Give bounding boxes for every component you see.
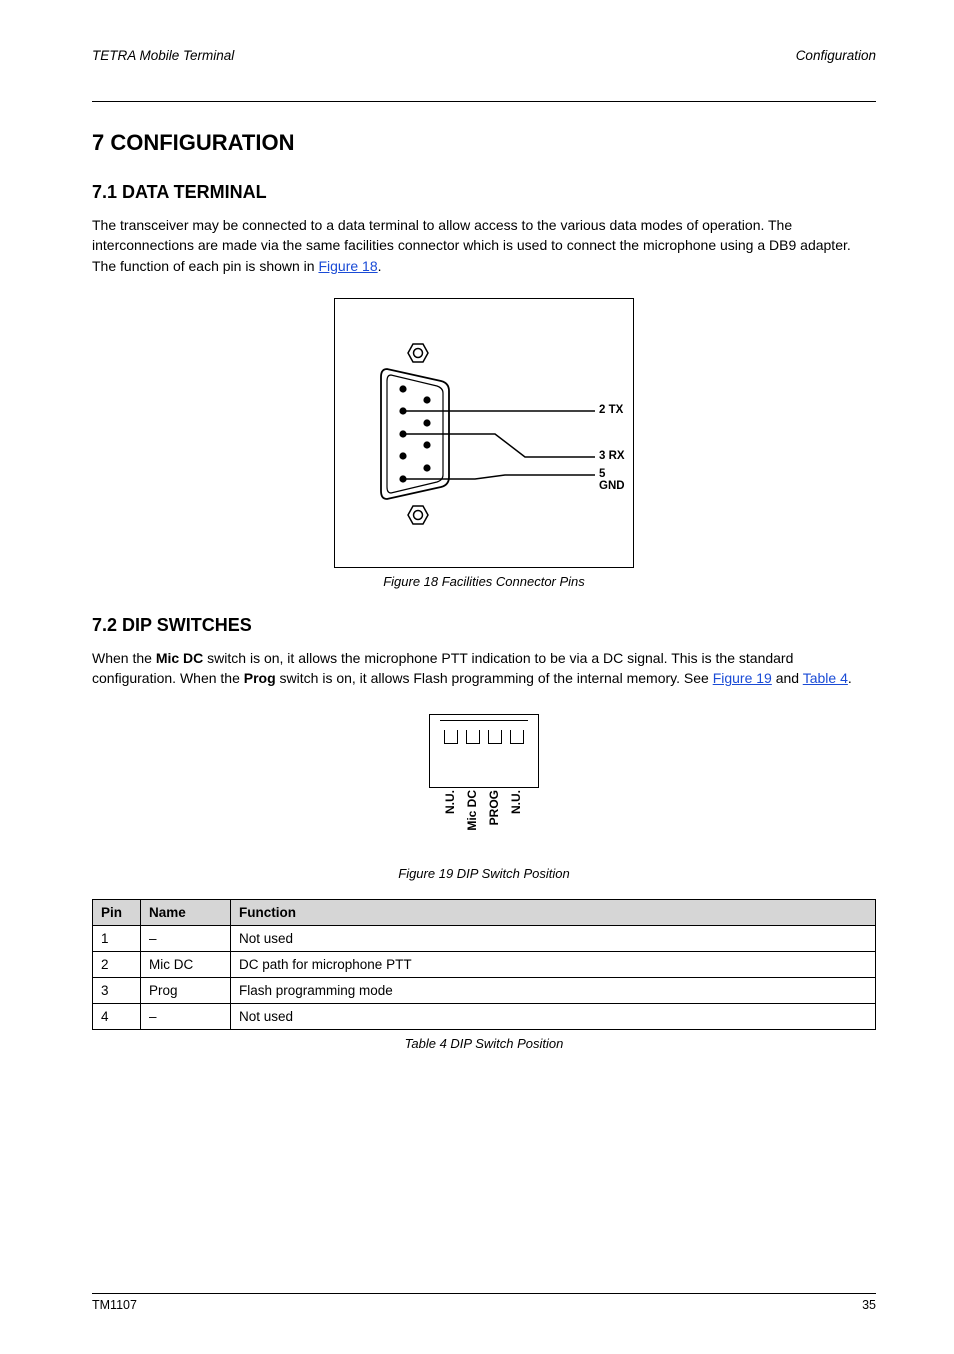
dip-switch-4: [510, 730, 524, 744]
dip-label-4: N.U.: [509, 790, 523, 814]
figure-18: 2 TX 3 RX 5 GND Figure 18 Facilities Con…: [92, 298, 876, 589]
table-header-row: Pin Name Function: [93, 900, 876, 926]
header-right: Configuration: [796, 48, 876, 63]
s2-a: When the: [92, 650, 156, 666]
pin5-label: 5 GND: [599, 468, 633, 492]
dip-label-2: Mic DC: [465, 790, 479, 831]
s2-c: switch is on, it allows Flash programmin…: [276, 670, 713, 686]
table-row: 4 – Not used: [93, 1004, 876, 1030]
cell-fn: DC path for microphone PTT: [231, 952, 876, 978]
dip-top-rail: [440, 720, 528, 730]
table-4: Pin Name Function 1 – Not used 2 Mic DC …: [92, 899, 876, 1051]
table-row: 3 Prog Flash programming mode: [93, 978, 876, 1004]
cell-name: –: [141, 926, 231, 952]
dip-label-1: N.U.: [443, 790, 457, 814]
s2-d: and: [772, 670, 803, 686]
th-name: Name: [141, 900, 231, 926]
figure-19-caption: Figure 19 DIP Switch Position: [92, 866, 876, 881]
figure-18-callouts: [335, 299, 635, 569]
dip-switch-1: [444, 730, 458, 744]
th-function: Function: [231, 900, 876, 926]
pin2-label: 2 TX: [599, 404, 623, 416]
section1-text-b: .: [378, 258, 382, 274]
footer-doc-id: TM1107: [92, 1298, 137, 1312]
cell-pin: 1: [93, 926, 141, 952]
section-heading-dip-switches: 7.2 DIP SWITCHES: [92, 615, 876, 636]
term-mic-dc: Mic DC: [156, 650, 203, 666]
figure-18-caption: Figure 18 Facilities Connector Pins: [92, 574, 876, 589]
section1-text-a: The transceiver may be connected to a da…: [92, 217, 851, 274]
figure-19-diagram: [429, 714, 539, 788]
footer-rule: [92, 1293, 876, 1294]
figure18-link[interactable]: Figure 18: [318, 258, 377, 274]
page-title: 7 CONFIGURATION: [92, 130, 876, 156]
section2-paragraph: When the Mic DC switch is on, it allows …: [92, 648, 876, 689]
figure19-link[interactable]: Figure 19: [713, 670, 772, 686]
page-header: TETRA Mobile Terminal Configuration: [92, 48, 876, 63]
s2-e: .: [848, 670, 852, 686]
section-heading-data-terminal: 7.1 DATA TERMINAL: [92, 182, 876, 203]
cell-fn: Flash programming mode: [231, 978, 876, 1004]
dip-switch-3: [488, 730, 502, 744]
dip-label-3: PROG: [487, 790, 501, 825]
dip-switch-table: Pin Name Function 1 – Not used 2 Mic DC …: [92, 899, 876, 1030]
page-footer: TM1107 35: [92, 1293, 876, 1312]
table-row: 1 – Not used: [93, 926, 876, 952]
cell-name: Prog: [141, 978, 231, 1004]
cell-name: Mic DC: [141, 952, 231, 978]
cell-fn: Not used: [231, 1004, 876, 1030]
section1-paragraph: The transceiver may be connected to a da…: [92, 215, 876, 276]
header-left: TETRA Mobile Terminal: [92, 48, 234, 63]
figure-19: N.U. Mic DC PROG N.U. Figure 19 DIP Swit…: [92, 714, 876, 881]
th-pin: Pin: [93, 900, 141, 926]
pin3-label: 3 RX: [599, 450, 625, 462]
cell-pin: 4: [93, 1004, 141, 1030]
footer-page-number: 35: [862, 1298, 876, 1312]
table4-link[interactable]: Table 4: [803, 670, 848, 686]
figure-18-diagram: 2 TX 3 RX 5 GND: [334, 298, 634, 568]
table-4-caption: Table 4 DIP Switch Position: [92, 1036, 876, 1051]
dip-switch-2: [466, 730, 480, 744]
term-prog: Prog: [244, 670, 276, 686]
header-rule: [92, 101, 876, 102]
table-row: 2 Mic DC DC path for microphone PTT: [93, 952, 876, 978]
cell-pin: 2: [93, 952, 141, 978]
cell-pin: 3: [93, 978, 141, 1004]
cell-name: –: [141, 1004, 231, 1030]
cell-fn: Not used: [231, 926, 876, 952]
